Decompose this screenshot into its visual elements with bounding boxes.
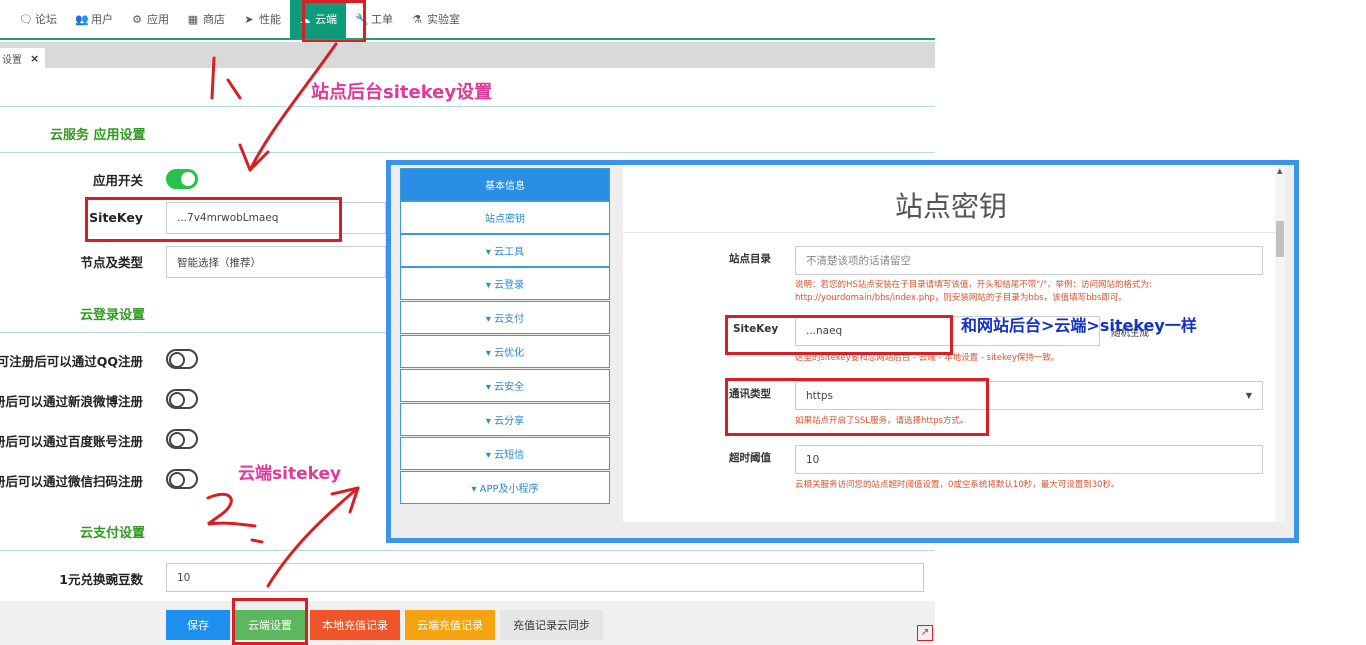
timeout-input[interactable]: 10 [795, 445, 1263, 474]
timeout-value: 10 [806, 453, 820, 466]
sidebar-item-cloud-security[interactable]: ▾ 云安全 [400, 369, 610, 402]
overlay-site-key-panel: 基本信息 站点密钥 ▾ 云工具 ▾ 云登录 ▾ 云支付 ▾ 云优化 ▾ 云安全 … [386, 160, 1299, 543]
step1-stroke [210, 56, 216, 100]
pane-title: 站点密钥 [894, 190, 1007, 223]
timeout-label: 超时阈值 [729, 452, 771, 464]
site-dir-hint-line1: 说明：若您的HS站点安装在子目录请填写该值，开头和结尾不带"/"，举例：访问网站… [795, 280, 1152, 290]
annotation-box-comm-type [725, 378, 989, 436]
arrow-head [238, 143, 270, 172]
scrollbar[interactable]: ▲ [1275, 165, 1285, 522]
step1-stroke [226, 78, 242, 100]
arrow-to-overlay [266, 486, 360, 588]
timeout-hint: 云相关服务访问您的站点超时阈值设置，0或空系统将默认10秒，最大可设置到30秒。 [795, 480, 1120, 490]
site-dir-placeholder: 不清楚该项的话请留空 [806, 255, 911, 267]
step2-stroke [250, 538, 264, 544]
site-dir-hint: 说明：若您的HS站点安装在子目录请填写该值，开头和结尾不带"/"，举例：访问网站… [795, 279, 1265, 305]
sidebar-item-cloud-login[interactable]: ▾ 云登录 [400, 267, 610, 300]
site-dir-label: 站点目录 [729, 253, 771, 265]
scroll-up-icon[interactable]: ▲ [1277, 167, 1282, 175]
title-divider [623, 232, 1279, 233]
chevron-down-icon: ▼ [1245, 391, 1252, 400]
sidebar-item-cloud-sms[interactable]: ▾ 云短信 [400, 437, 610, 470]
sidebar-item-cloud-pay[interactable]: ▾ 云支付 [400, 301, 610, 334]
annotation-box-overlay-sitekey [725, 315, 953, 355]
sidebar-item-app-miniprogram[interactable]: ▾ APP及小程序 [400, 471, 610, 504]
annotation-same-as: 和网站后台>云端>sitekey一样 [961, 316, 1197, 335]
site-dir-input[interactable]: 不清楚该项的话请留空 [795, 246, 1263, 275]
step2-stroke [206, 492, 257, 528]
sidebar-item-basic-info[interactable]: 基本信息 [400, 168, 610, 201]
scrollbar-thumb[interactable] [1276, 221, 1284, 257]
sidebar-item-cloud-tools[interactable]: ▾ 云工具 [400, 234, 610, 267]
sidebar-item-cloud-share[interactable]: ▾ 云分享 [400, 403, 610, 436]
site-dir-hint-line2: http://yourdomain/bbs/index.php，则安装网站的子目… [795, 293, 1127, 303]
sidebar-item-cloud-optimize[interactable]: ▾ 云优化 [400, 335, 610, 368]
arrow-to-sitekey [248, 42, 338, 172]
sidebar-item-site-key[interactable]: 站点密钥 [400, 201, 610, 234]
